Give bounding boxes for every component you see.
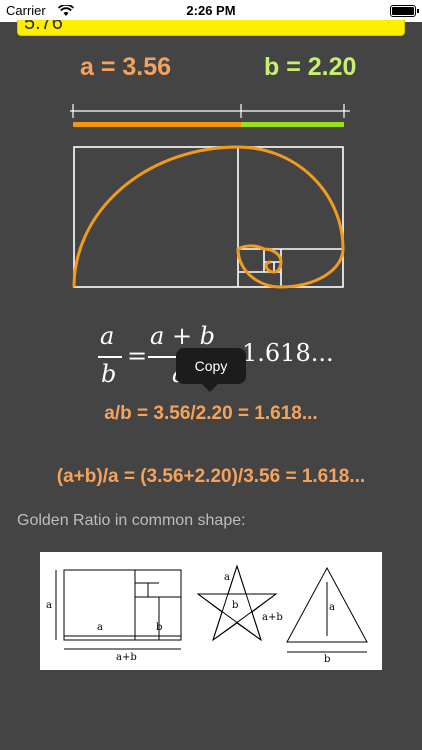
number-input[interactable] [24, 20, 394, 35]
status-bar: Carrier 2:26 PM [0, 0, 422, 22]
copy-menu-button[interactable]: Copy [176, 348, 246, 384]
fraction-bar-left [98, 356, 122, 358]
golden-spiral [72, 145, 345, 289]
measure-ruler [70, 104, 350, 118]
common-shapes-heading: Golden Ratio in common shape: [17, 512, 246, 529]
formula-numerator-a: a [100, 322, 115, 350]
golden-rectangle [73, 146, 344, 288]
formula-denominator-b: b [101, 360, 117, 388]
battery-icon [390, 5, 419, 17]
segment-b-bar [241, 122, 344, 127]
ratio-ab-over-a: (a+b)/a = (3.56+2.20)/3.56 = 1.618... [56, 466, 366, 487]
star-label-a-plus-b: a+b [262, 612, 283, 623]
rect-label-a-plus-b: a+b [116, 652, 137, 663]
number-input-field[interactable] [17, 20, 405, 36]
formula-numerator-a-plus-b: a + b [150, 322, 216, 350]
a-value-label: a = 3.56 [80, 53, 172, 81]
triangle-label-a: a [329, 602, 335, 613]
ratio-a-over-b: a/b = 3.56/2.20 = 1.618... [104, 403, 318, 424]
triangle-label-b: b [324, 654, 331, 665]
b-value-label: b = 2.20 [264, 53, 357, 81]
star-label-b: b [232, 600, 239, 611]
common-shapes-panel: a a b a+b a b a+b a b [40, 552, 382, 670]
formula-phi-value: 1.618... [242, 339, 334, 367]
rect-label-a-side: a [46, 600, 52, 611]
status-time: 2:26 PM [186, 3, 236, 18]
formula-equals: = [127, 342, 148, 370]
rect-label-a-bottom: a [97, 622, 103, 633]
copy-menu-arrow [202, 384, 218, 392]
rect-label-b-bottom: b [156, 622, 163, 633]
segment-a-bar [73, 122, 241, 127]
star-label-a: a [224, 572, 230, 583]
